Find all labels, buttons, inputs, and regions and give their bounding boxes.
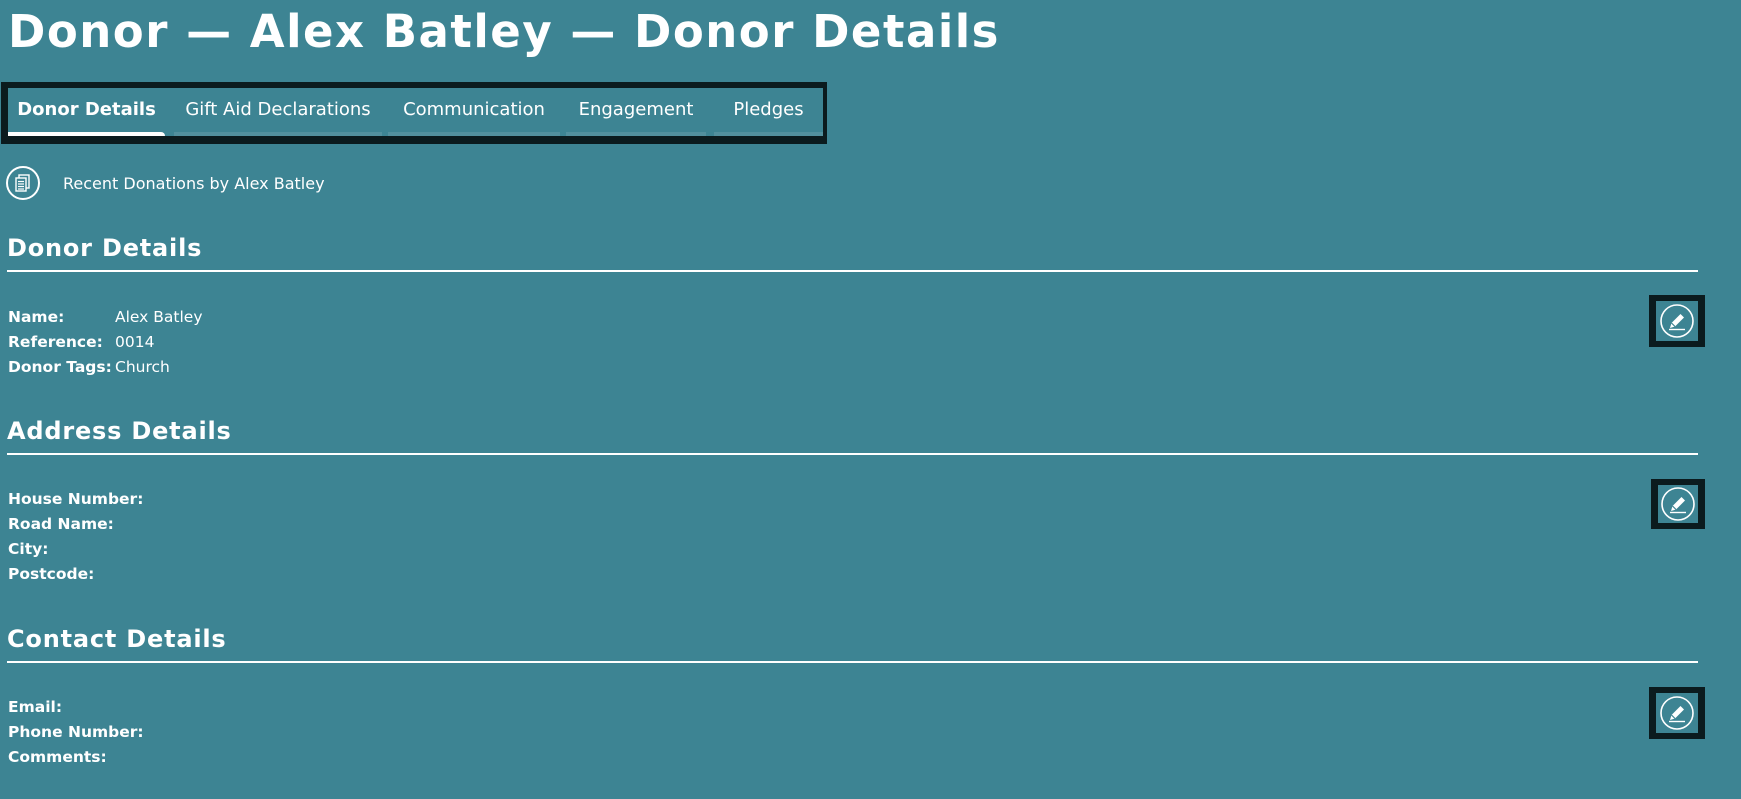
section-divider — [7, 453, 1698, 455]
field-row-phone-number: Phone Number: — [8, 720, 144, 745]
edit-address-details-button[interactable] — [1651, 479, 1705, 529]
tab-label: Engagement — [578, 99, 694, 120]
field-label: Donor Tags: — [8, 358, 112, 376]
address-details-fields: House Number: Road Name: City: Postcode: — [8, 487, 144, 587]
field-value-reference: 0014 — [115, 333, 155, 351]
pencil-icon — [1660, 304, 1694, 338]
donor-details-fields: Name: Alex Batley Reference: 0014 Donor … — [8, 305, 203, 380]
tab-label: Gift Aid Declarations — [185, 99, 371, 120]
donor-page: Donor — Alex Batley — Donor Details Dono… — [0, 0, 1741, 799]
field-row-name: Name: Alex Batley — [8, 305, 203, 330]
section-divider — [7, 270, 1698, 272]
field-value-name: Alex Batley — [115, 308, 203, 326]
section-title-donor-details: Donor Details — [7, 234, 203, 262]
section-divider — [7, 661, 1698, 663]
tab-underline — [8, 132, 165, 136]
field-label: Name: — [8, 308, 65, 326]
edit-donor-details-button[interactable] — [1649, 295, 1705, 347]
page-title: Donor — Alex Batley — Donor Details — [8, 5, 1000, 58]
pencil-icon — [1661, 487, 1695, 521]
field-row-city: City: — [8, 537, 115, 562]
field-label: House Number: — [8, 490, 144, 508]
tab-label: Pledges — [733, 99, 804, 120]
field-label: Reference: — [8, 333, 103, 351]
tab-pledges[interactable]: Pledges — [714, 88, 823, 136]
pencil-icon — [1660, 696, 1694, 730]
tab-label: Communication — [403, 99, 545, 120]
field-row-email: Email: — [8, 695, 115, 720]
tab-donor-details[interactable]: Donor Details — [8, 88, 165, 136]
tab-communication[interactable]: Communication — [388, 88, 560, 136]
contact-details-fields: Email: Phone Number: Comments: — [8, 695, 144, 770]
field-label: Comments: — [8, 748, 107, 766]
field-row-postcode: Postcode: — [8, 562, 115, 587]
field-row-reference: Reference: 0014 — [8, 330, 203, 355]
field-value-donor-tags: Church — [115, 358, 170, 376]
field-label: Phone Number: — [8, 723, 144, 741]
recent-donations-link[interactable]: Recent Donations by Alex Batley — [6, 166, 325, 200]
field-row-comments: Comments: — [8, 745, 115, 770]
field-row-house-number: House Number: — [8, 487, 144, 512]
field-row-road-name: Road Name: — [8, 512, 115, 537]
field-label: City: — [8, 540, 49, 558]
field-label: Email: — [8, 698, 63, 716]
tab-underline — [566, 132, 706, 136]
tab-gift-aid-declarations[interactable]: Gift Aid Declarations — [174, 88, 382, 136]
field-row-donor-tags: Donor Tags: Church — [8, 355, 203, 380]
tab-label: Donor Details — [17, 99, 156, 120]
recent-donations-label: Recent Donations by Alex Batley — [63, 173, 325, 193]
documents-icon — [6, 166, 40, 200]
tab-underline — [714, 132, 823, 136]
field-label: Road Name: — [8, 515, 114, 533]
field-label: Postcode: — [8, 565, 95, 583]
tab-underline — [388, 132, 560, 136]
edit-contact-details-button[interactable] — [1649, 687, 1705, 739]
tab-engagement[interactable]: Engagement — [566, 88, 706, 136]
section-title-contact-details: Contact Details — [7, 625, 227, 653]
tab-bar: Donor Details Gift Aid Declarations Comm… — [1, 82, 827, 144]
tab-underline — [174, 132, 382, 136]
section-title-address-details: Address Details — [7, 417, 232, 445]
